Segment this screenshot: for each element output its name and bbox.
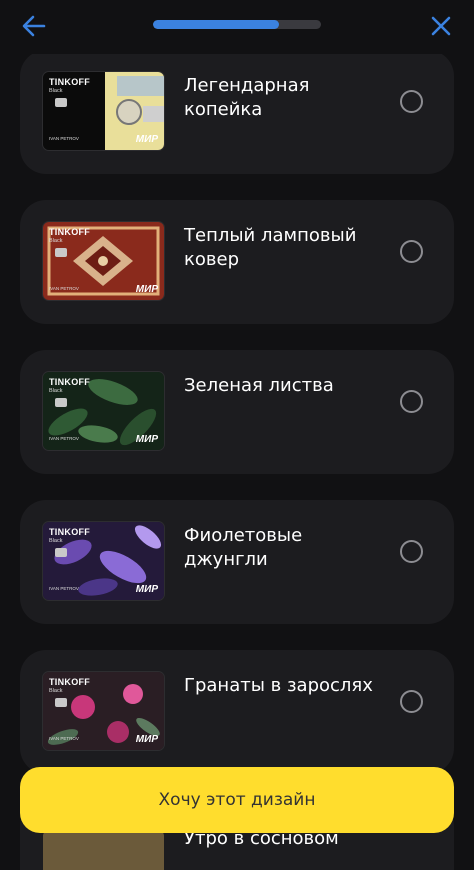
- design-radio[interactable]: [400, 240, 423, 263]
- design-item-leaves[interactable]: TINKOFF Black IVAN PETROV МИР Зеленая ли…: [20, 350, 454, 474]
- card-network: МИР: [135, 134, 158, 145]
- card-brand: TINKOFF: [49, 677, 91, 687]
- card-holder: IVAN PETROV: [49, 736, 79, 741]
- card-preview: TINKOFF Black IVAN PETROV МИР: [43, 222, 164, 300]
- card-preview: TINKOFF Black IVAN PETROV МИР: [43, 522, 164, 600]
- choose-design-button[interactable]: Хочу этот дизайн: [20, 767, 454, 833]
- card-preview: TINKOFF Black IVAN PETROV МИР: [43, 672, 164, 750]
- design-title: Зеленая листва: [184, 375, 334, 396]
- card-network: МИР: [135, 434, 158, 445]
- design-item-kopeika[interactable]: TINKOFF Black IVAN PETROV МИР Легендарна…: [20, 50, 454, 174]
- arrow-left-icon[interactable]: [18, 12, 50, 40]
- card-holder: IVAN PETROV: [49, 586, 79, 591]
- close-icon[interactable]: [426, 12, 456, 40]
- progress-bar: [153, 20, 321, 29]
- card-brand: TINKOFF: [49, 377, 91, 387]
- design-title: Легендарная копейка: [184, 75, 310, 120]
- card-tier: Black: [49, 688, 63, 694]
- design-title: Гранаты в зарослях: [184, 675, 373, 696]
- card-brand: TINKOFF: [49, 227, 91, 237]
- design-item-carpet[interactable]: TINKOFF Black IVAN PETROV МИР Теплый лам…: [20, 200, 454, 324]
- design-item-violet[interactable]: TINKOFF Black IVAN PETROV МИР Фиолетовые…: [20, 500, 454, 624]
- card-network: МИР: [135, 734, 158, 745]
- top-bar: [0, 0, 474, 54]
- card-tier: Black: [49, 88, 63, 94]
- card-chip: [55, 398, 67, 407]
- card-preview: TINKOFF Black IVAN PETROV МИР: [43, 372, 164, 450]
- card-chip: [55, 698, 67, 707]
- progress-fill: [153, 20, 279, 29]
- card-network: МИР: [135, 284, 158, 295]
- card-chip: [55, 98, 67, 107]
- card-chip: [55, 248, 67, 257]
- design-radio[interactable]: [400, 690, 423, 713]
- design-item-pomegranate[interactable]: TINKOFF Black IVAN PETROV МИР Гранаты в …: [20, 650, 454, 774]
- choose-design-label: Хочу этот дизайн: [158, 790, 316, 810]
- card-tier: Black: [49, 388, 63, 394]
- card-brand: TINKOFF: [49, 527, 91, 537]
- design-title: Теплый ламповый ковер: [184, 225, 357, 270]
- card-holder: IVAN PETROV: [49, 436, 79, 441]
- design-radio[interactable]: [400, 90, 423, 113]
- card-tier: Black: [49, 238, 63, 244]
- card-preview: TINKOFF Black IVAN PETROV МИР: [43, 72, 164, 150]
- card-preview: [43, 830, 164, 870]
- card-network: МИР: [135, 584, 158, 595]
- design-radio[interactable]: [400, 540, 423, 563]
- card-chip: [55, 548, 67, 557]
- card-brand: TINKOFF: [49, 77, 91, 87]
- design-title: Фиолетовые джунгли: [184, 525, 303, 570]
- design-radio[interactable]: [400, 390, 423, 413]
- card-tier: Black: [49, 538, 63, 544]
- card-holder: IVAN PETROV: [49, 286, 79, 291]
- card-holder: IVAN PETROV: [49, 136, 79, 141]
